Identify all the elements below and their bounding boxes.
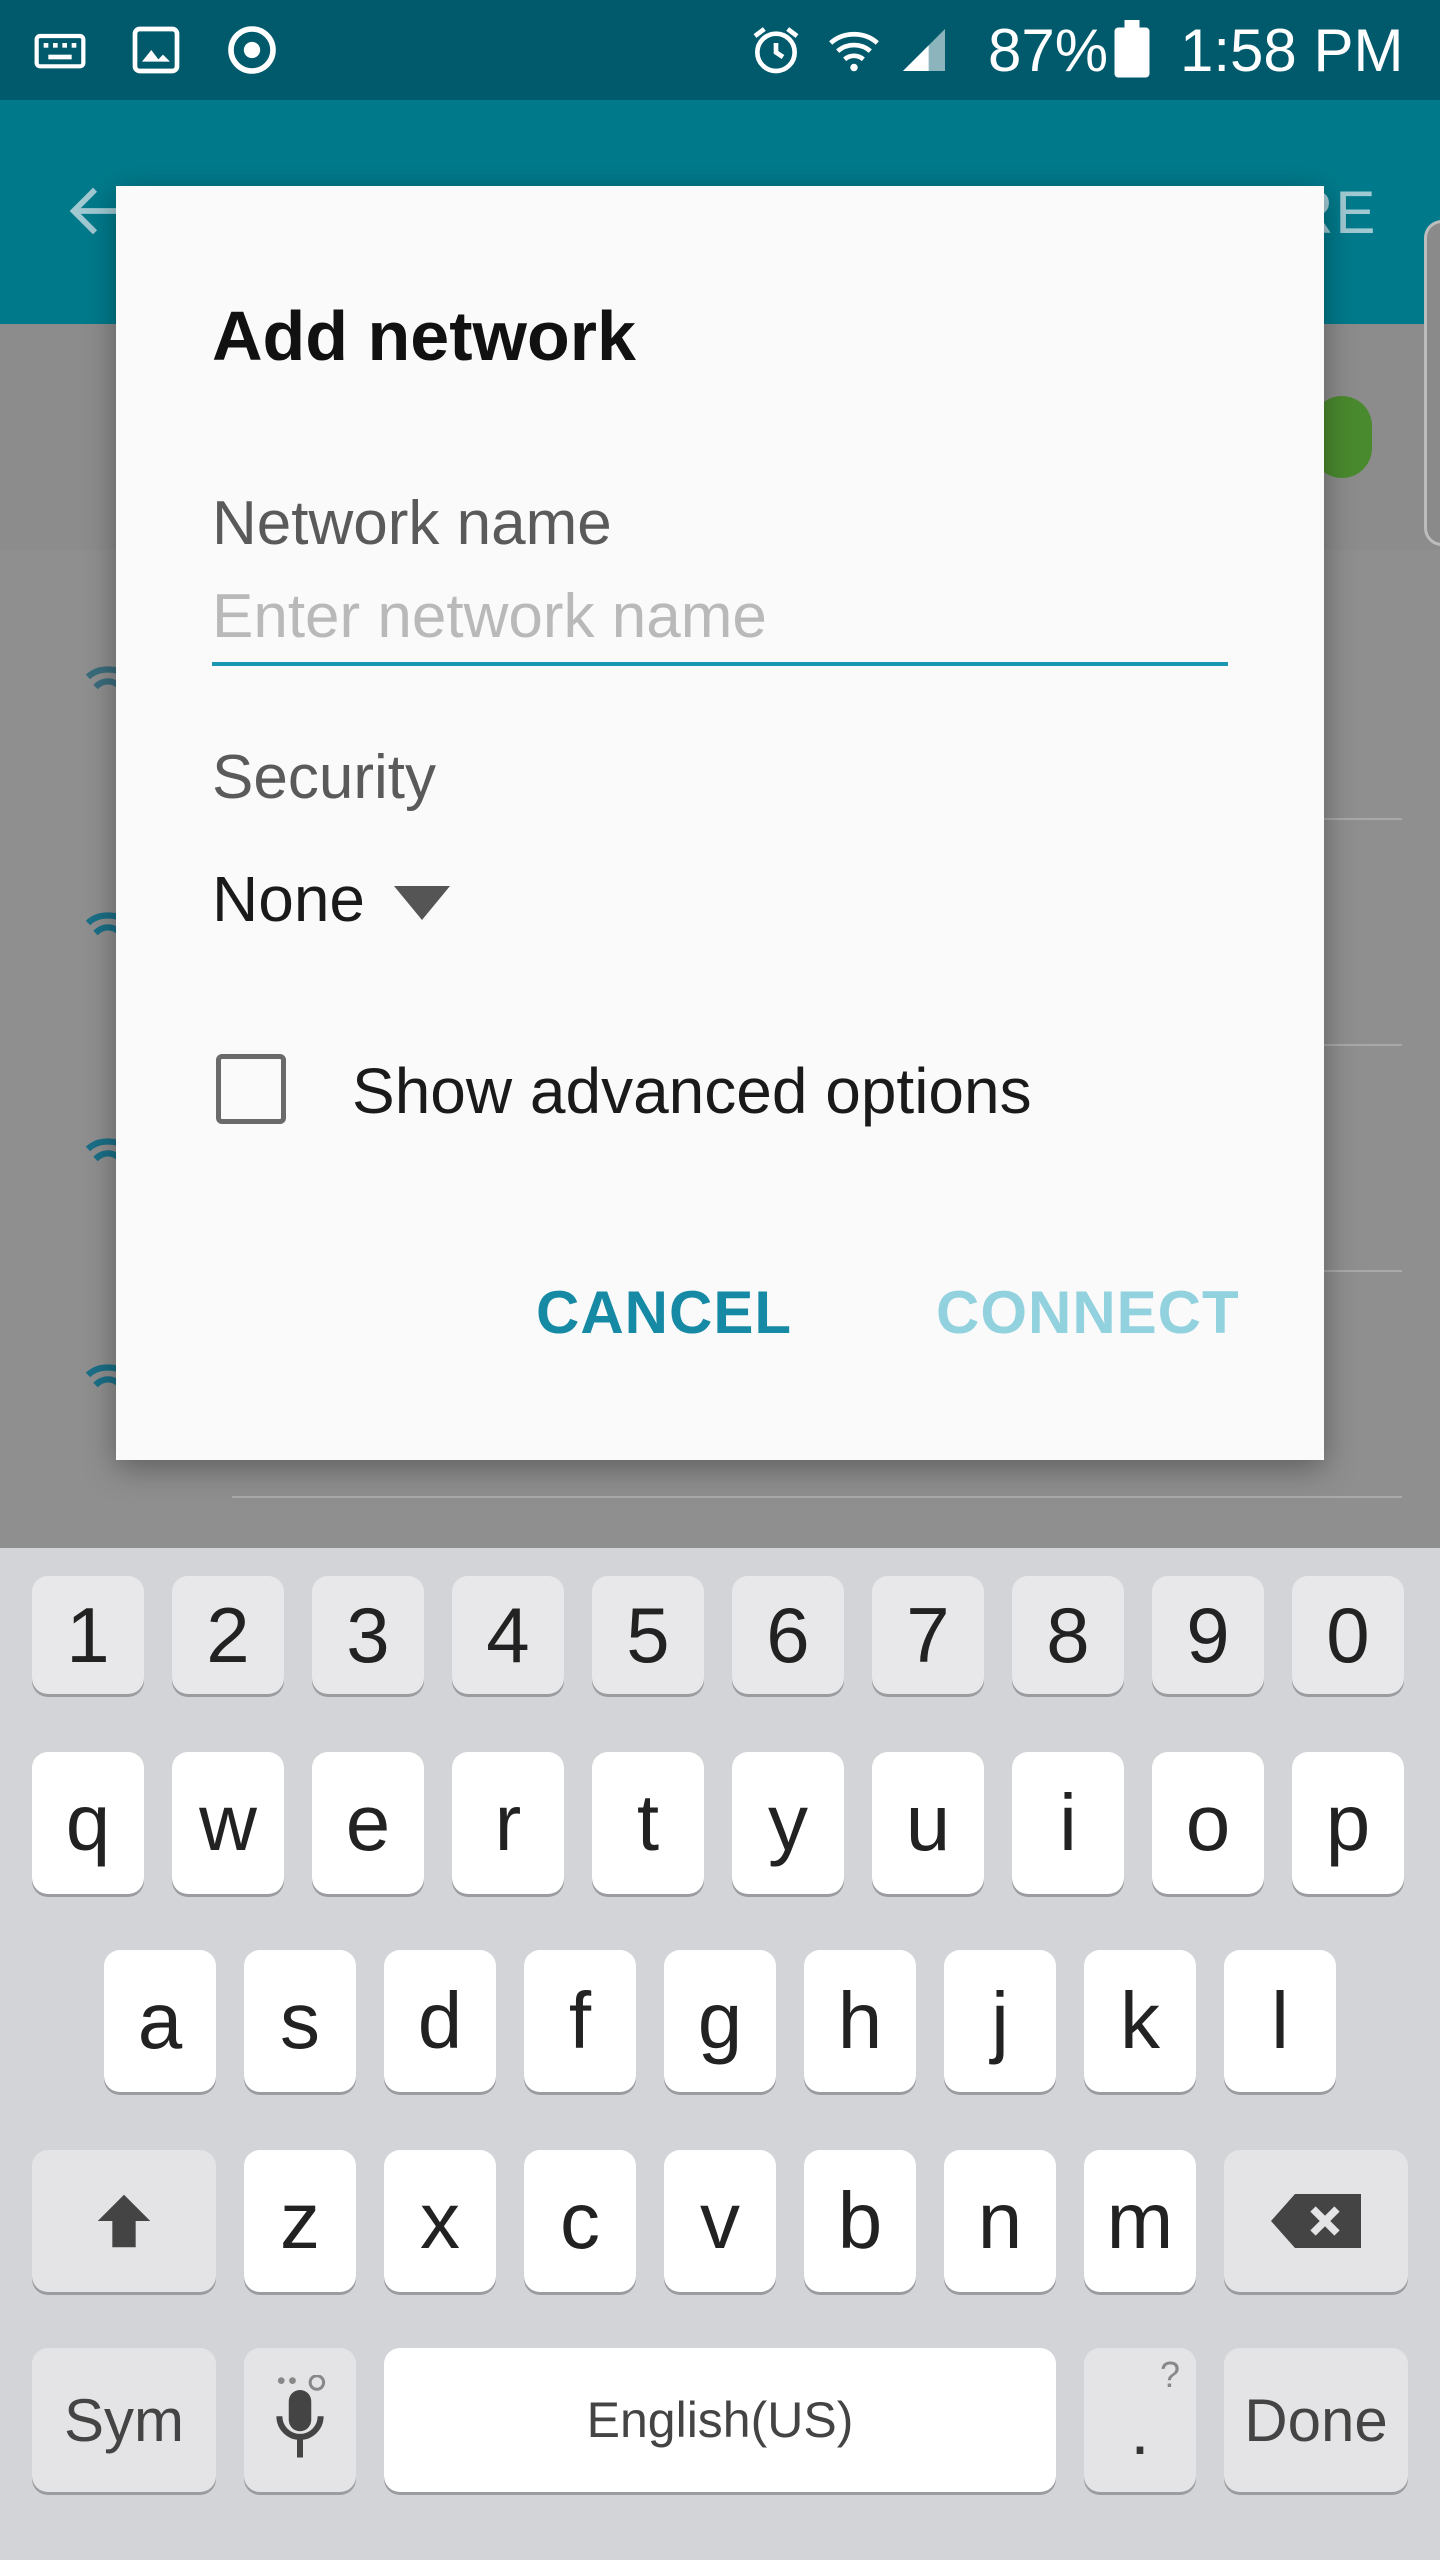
dropdown-arrow-icon xyxy=(394,886,450,920)
done-key[interactable]: Done xyxy=(1224,2348,1408,2492)
battery-percent: 87% xyxy=(988,17,1109,84)
key-7[interactable]: 7 xyxy=(872,1576,984,1694)
microphone-icon xyxy=(276,2375,326,2458)
key-r[interactable]: r xyxy=(452,1752,564,1894)
key-1[interactable]: 1 xyxy=(32,1576,144,1694)
key-c[interactable]: c xyxy=(524,2150,636,2292)
key-s[interactable]: s xyxy=(244,1950,356,2092)
key-a[interactable]: a xyxy=(104,1950,216,2092)
image-icon xyxy=(132,26,180,74)
cancel-button[interactable]: CANCEL xyxy=(536,1278,792,1347)
alarm-icon xyxy=(753,27,799,74)
key-q[interactable]: q xyxy=(32,1752,144,1894)
key-8[interactable]: 8 xyxy=(1012,1576,1124,1694)
security-label: Security xyxy=(212,743,436,812)
key-y[interactable]: y xyxy=(732,1752,844,1894)
key-b[interactable]: b xyxy=(804,2150,916,2292)
key-k[interactable]: k xyxy=(1084,1950,1196,2092)
connect-button[interactable]: CONNECT xyxy=(936,1278,1240,1347)
network-name-input[interactable] xyxy=(212,570,1228,666)
backspace-icon xyxy=(1271,2194,1361,2248)
period-key-label: . xyxy=(1130,2391,1150,2469)
soft-keyboard: 1 2 3 4 5 6 7 8 9 0 q w e r t y u i o p a s d f g h j k l z x c v b n m Sym E… xyxy=(0,1548,1440,2560)
key-p[interactable]: p xyxy=(1292,1752,1404,1894)
list-divider xyxy=(232,1496,1402,1498)
clock: 1:58 PM xyxy=(1180,17,1404,84)
key-i[interactable]: i xyxy=(1012,1752,1124,1894)
key-5[interactable]: 5 xyxy=(592,1576,704,1694)
edge-panel-handle[interactable] xyxy=(1424,220,1440,546)
key-x[interactable]: x xyxy=(384,2150,496,2292)
key-z[interactable]: z xyxy=(244,2150,356,2292)
network-name-label: Network name xyxy=(212,489,612,558)
backspace-key[interactable] xyxy=(1224,2150,1408,2292)
status-bar: 87% 1:58 PM xyxy=(0,0,1440,100)
key-w[interactable]: w xyxy=(172,1752,284,1894)
security-value: None xyxy=(212,863,365,935)
key-u[interactable]: u xyxy=(872,1752,984,1894)
advanced-options-label[interactable]: Show advanced options xyxy=(352,1054,1032,1128)
key-d[interactable]: d xyxy=(384,1950,496,2092)
sync-icon xyxy=(228,26,276,74)
sym-key[interactable]: Sym xyxy=(32,2348,216,2492)
key-4[interactable]: 4 xyxy=(452,1576,564,1694)
key-n[interactable]: n xyxy=(944,2150,1056,2292)
key-j[interactable]: j xyxy=(944,1950,1056,2092)
key-9[interactable]: 9 xyxy=(1152,1576,1264,1694)
advanced-options-checkbox[interactable] xyxy=(216,1054,286,1124)
shift-icon xyxy=(97,2194,151,2248)
key-0[interactable]: 0 xyxy=(1292,1576,1404,1694)
voice-input-key[interactable] xyxy=(244,2348,356,2492)
period-key[interactable]: ?. xyxy=(1084,2348,1196,2492)
key-3[interactable]: 3 xyxy=(312,1576,424,1694)
keyboard-icon xyxy=(34,33,86,69)
key-2[interactable]: 2 xyxy=(172,1576,284,1694)
add-network-dialog: Add network Network name Security None S… xyxy=(116,186,1324,1460)
period-key-hint: ? xyxy=(1159,2354,1180,2395)
key-g[interactable]: g xyxy=(664,1950,776,2092)
key-6[interactable]: 6 xyxy=(732,1576,844,1694)
dialog-title: Add network xyxy=(212,297,636,375)
key-t[interactable]: t xyxy=(592,1752,704,1894)
key-m[interactable]: m xyxy=(1084,2150,1196,2292)
signal-icon xyxy=(903,29,945,71)
space-key[interactable]: English(US) xyxy=(384,2348,1056,2492)
key-f[interactable]: f xyxy=(524,1950,636,2092)
key-e[interactable]: e xyxy=(312,1752,424,1894)
battery-icon xyxy=(1114,20,1150,78)
key-v[interactable]: v xyxy=(664,2150,776,2292)
key-o[interactable]: o xyxy=(1152,1752,1264,1894)
shift-key[interactable] xyxy=(32,2150,216,2292)
wifi-icon xyxy=(829,31,879,72)
key-l[interactable]: l xyxy=(1224,1950,1336,2092)
key-h[interactable]: h xyxy=(804,1950,916,2092)
